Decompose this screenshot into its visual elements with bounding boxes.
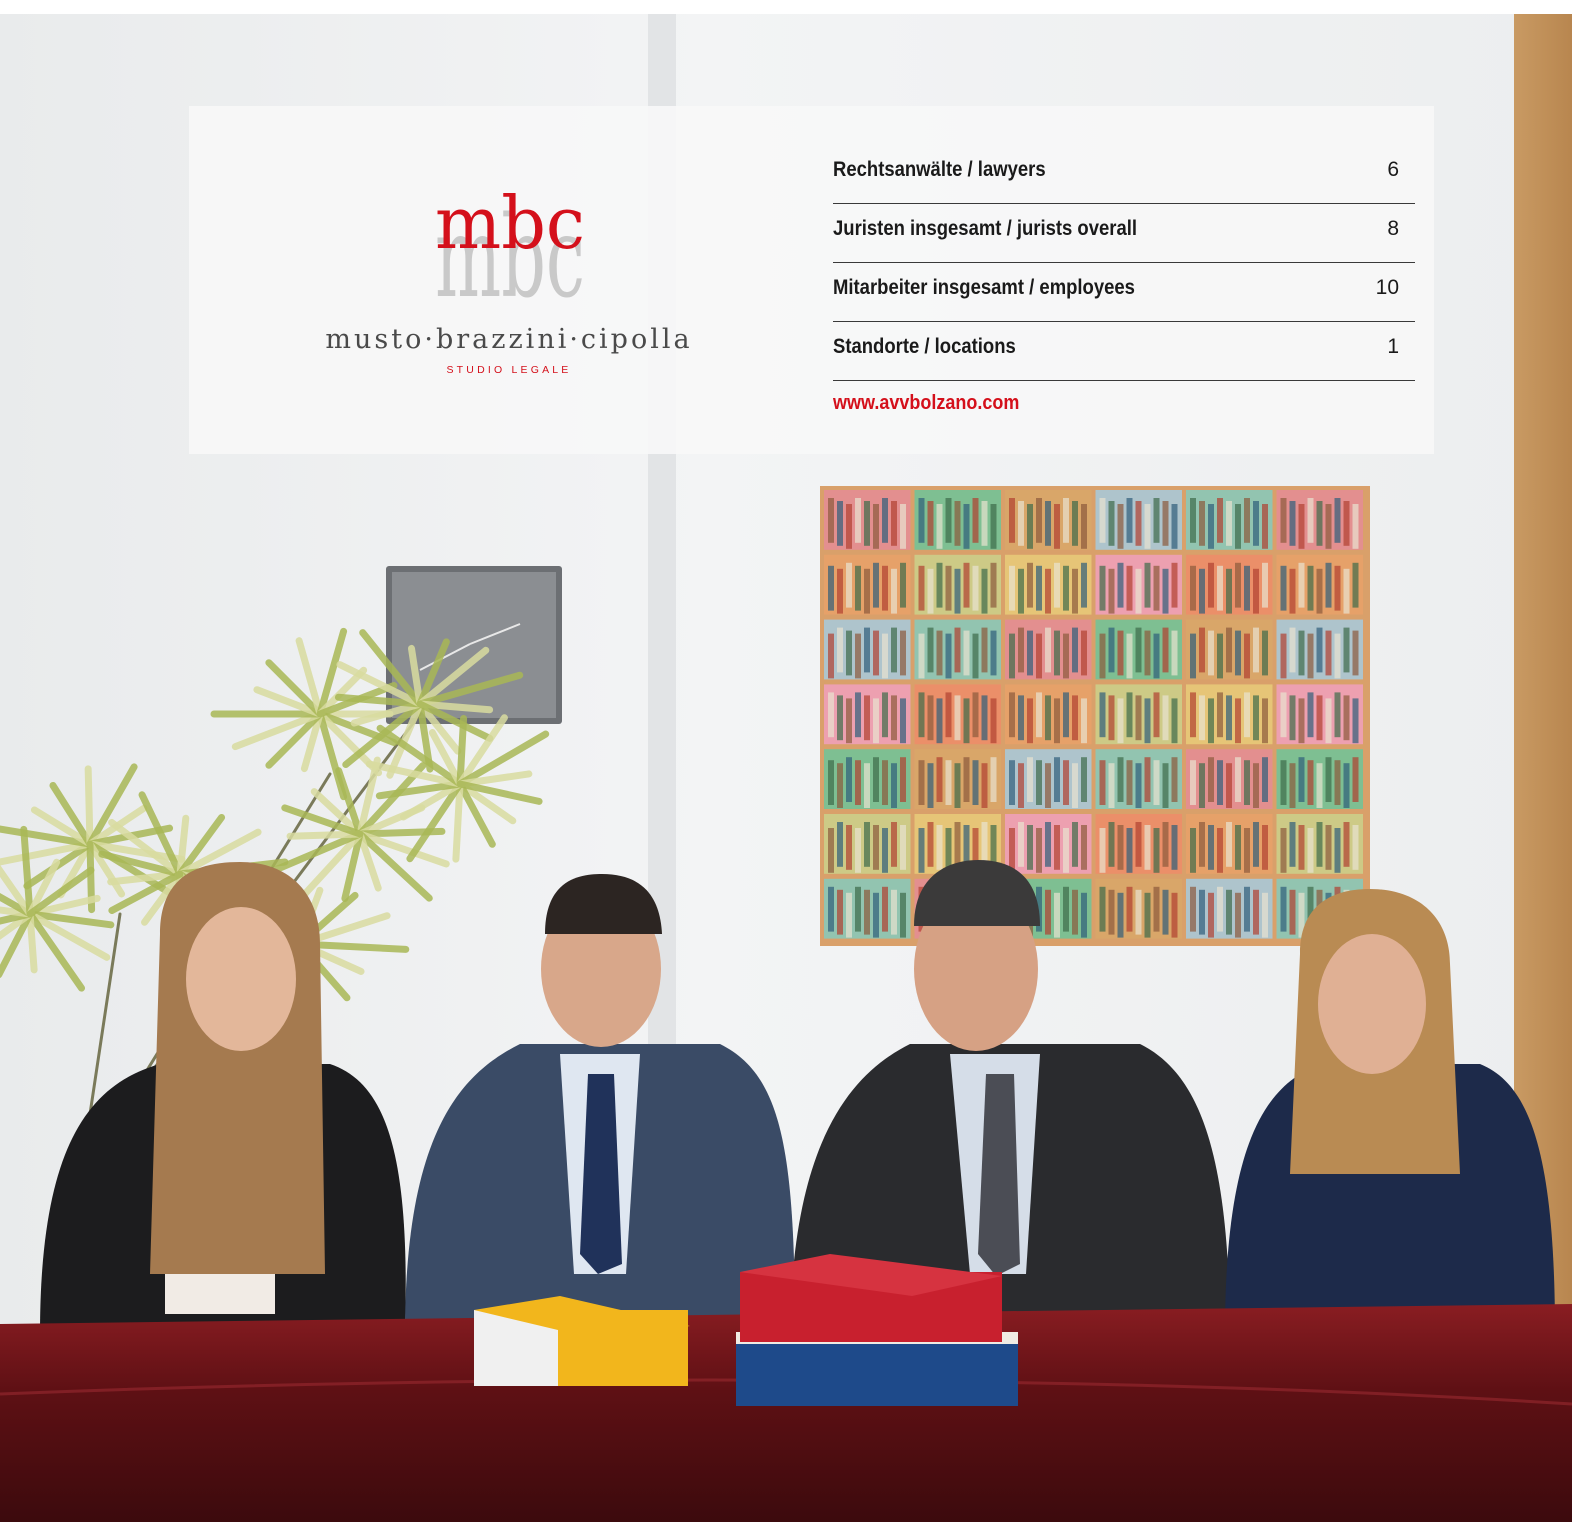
stat-row-jurists: Juristen insgesamt / jurists overall 8 bbox=[833, 205, 1415, 263]
stat-label: Standorte / locations bbox=[833, 335, 1016, 358]
stat-row-lawyers: Rechtsanwälte / lawyers 6 bbox=[833, 146, 1415, 204]
stat-label: Mitarbeiter insgesamt / employees bbox=[833, 276, 1135, 299]
firm-tagline: STUDIO LEGALE bbox=[446, 364, 572, 376]
stat-value: 6 bbox=[1387, 158, 1399, 181]
website-link[interactable]: www.avvbolzano.com bbox=[833, 392, 1019, 415]
stats-table: Rechtsanwälte / lawyers 6 Juristen insge… bbox=[833, 146, 1415, 382]
logo: mbc mbc musto·brazzini·cipolla STUDIO LE… bbox=[189, 106, 829, 454]
info-panel: mbc mbc musto·brazzini·cipolla STUDIO LE… bbox=[189, 106, 1434, 454]
stat-value: 8 bbox=[1387, 217, 1399, 240]
stat-row-locations: Standorte / locations 1 bbox=[833, 323, 1415, 381]
stat-row-employees: Mitarbeiter insgesamt / employees 10 bbox=[833, 264, 1415, 322]
bookshelf-artwork-icon bbox=[820, 486, 1370, 946]
stat-label: Juristen insgesamt / jurists overall bbox=[833, 217, 1138, 240]
logo-letters-top: mbc bbox=[435, 184, 585, 265]
stat-value: 1 bbox=[1387, 335, 1399, 358]
stat-value: 10 bbox=[1375, 276, 1399, 299]
stat-label: Rechtsanwälte / lawyers bbox=[833, 158, 1046, 181]
firm-wordmark: musto·brazzini·cipolla bbox=[325, 324, 693, 355]
mbc-monogram-icon: mbc mbc bbox=[435, 184, 585, 304]
